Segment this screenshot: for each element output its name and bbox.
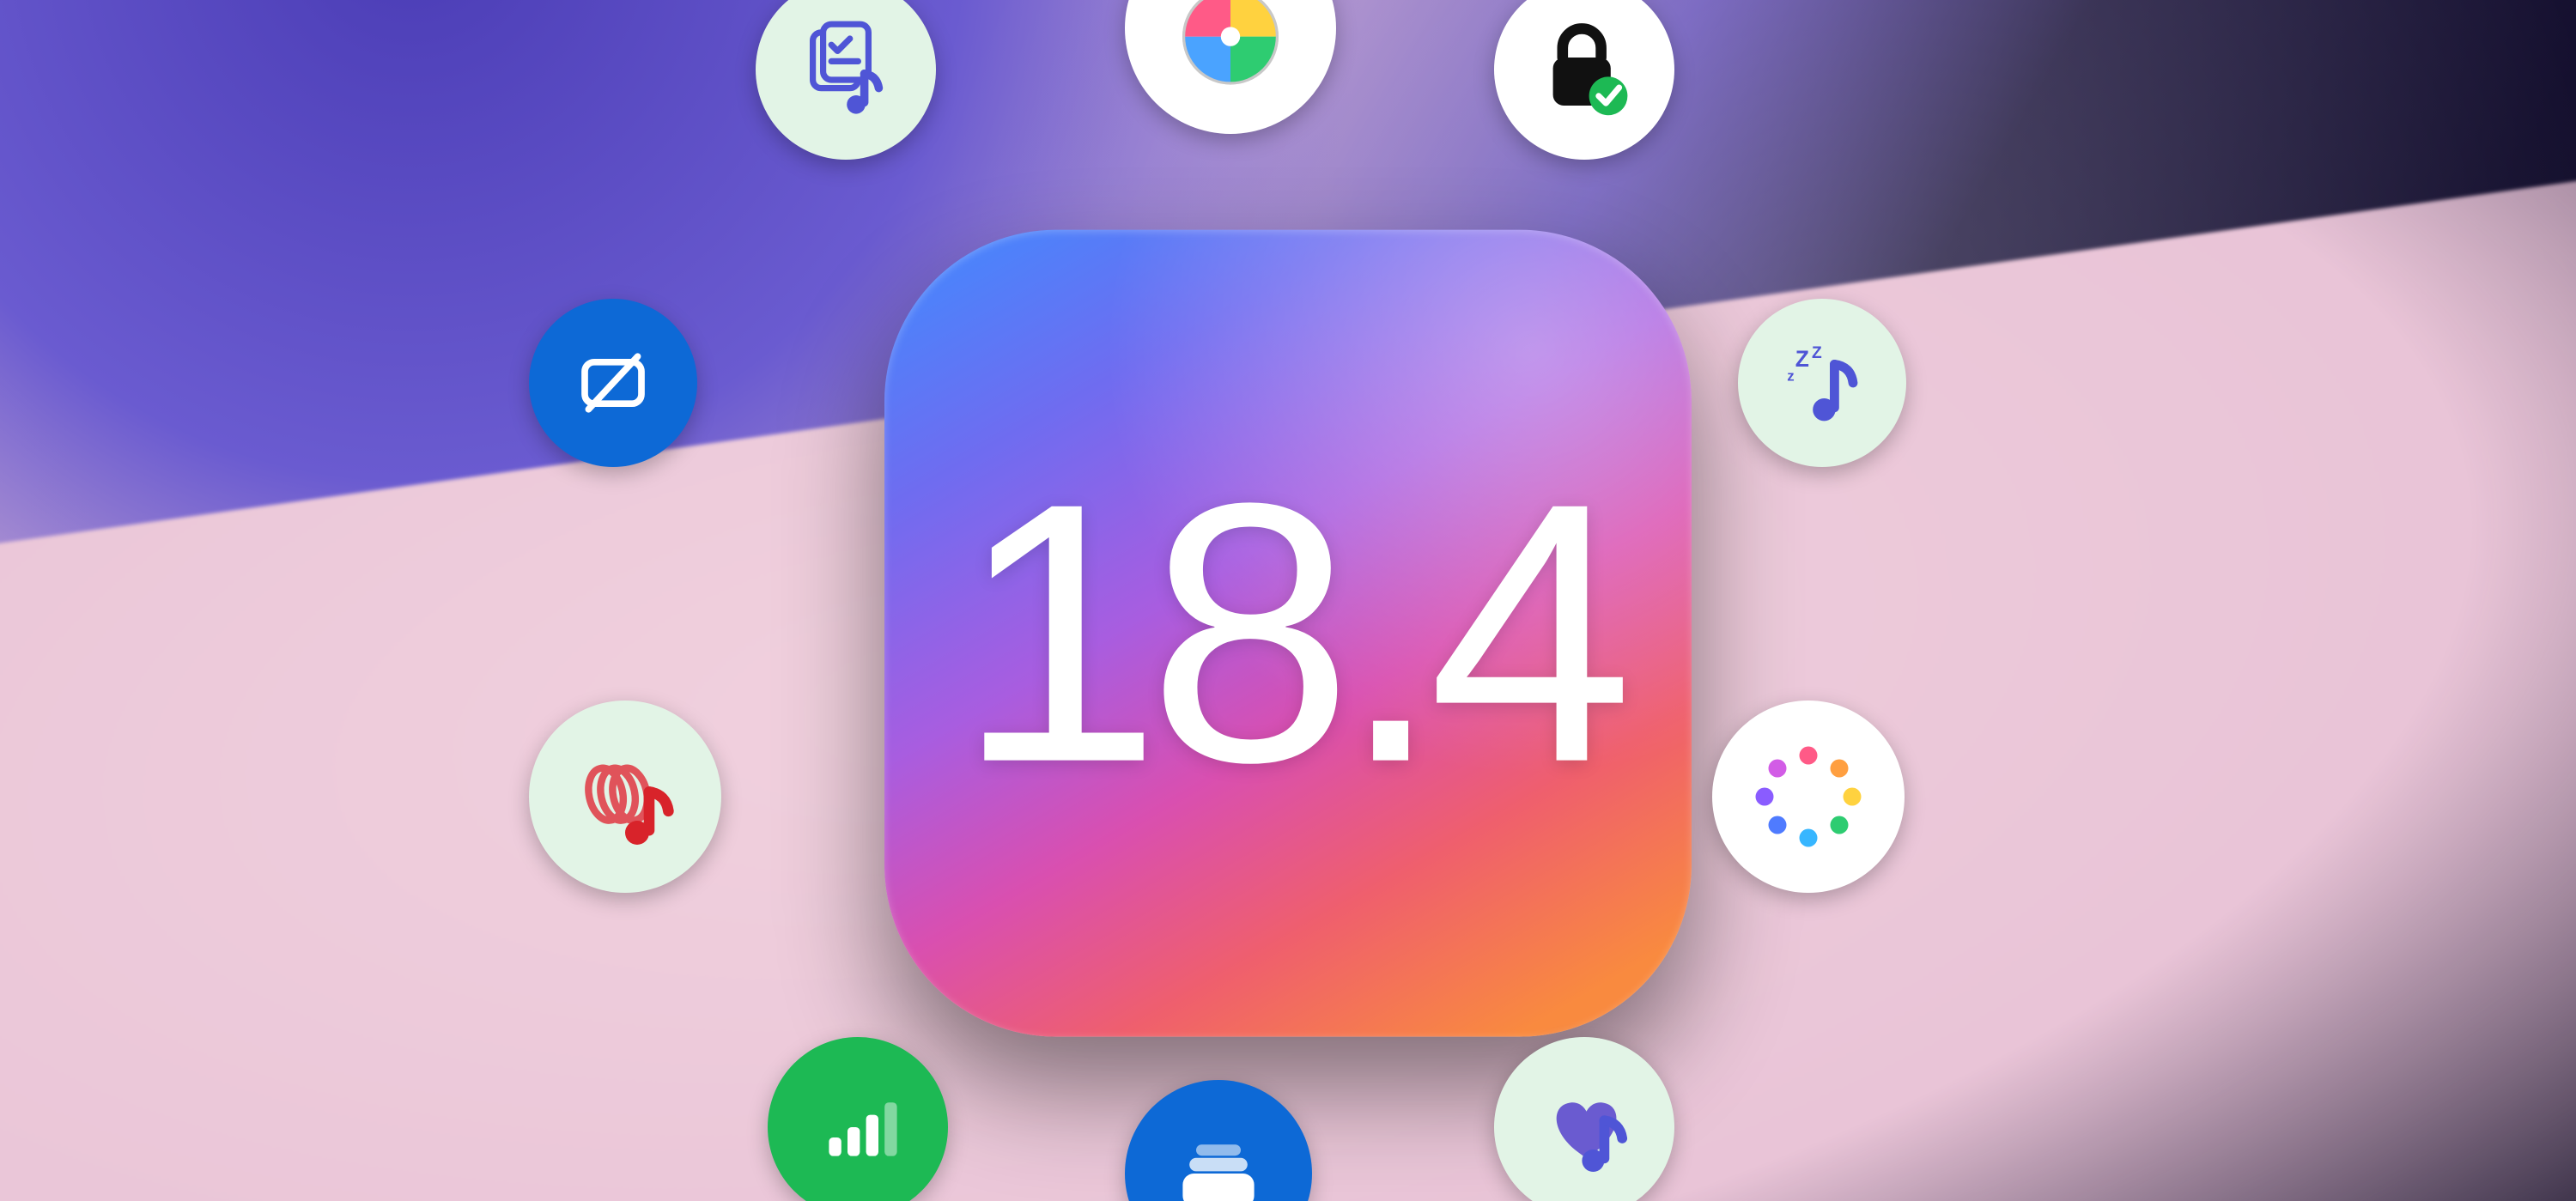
lock-verified-icon <box>1494 0 1674 160</box>
checklist-music-icon <box>756 0 936 160</box>
version-number: 18.4 <box>884 229 1692 1036</box>
svg-text:Z: Z <box>1795 346 1809 372</box>
svg-text:z: z <box>1787 368 1794 385</box>
screen-off-icon <box>529 299 697 467</box>
sleep-music-icon: Z Z z <box>1738 299 1906 467</box>
beachball-icon <box>1125 0 1336 134</box>
svg-text:Z: Z <box>1812 344 1822 362</box>
coils-music-icon <box>529 701 721 893</box>
color-dots-ring-icon <box>1712 701 1905 893</box>
version-tile: 18.4 <box>884 229 1692 1036</box>
promo-stage: 18.4 <box>0 0 2576 1201</box>
